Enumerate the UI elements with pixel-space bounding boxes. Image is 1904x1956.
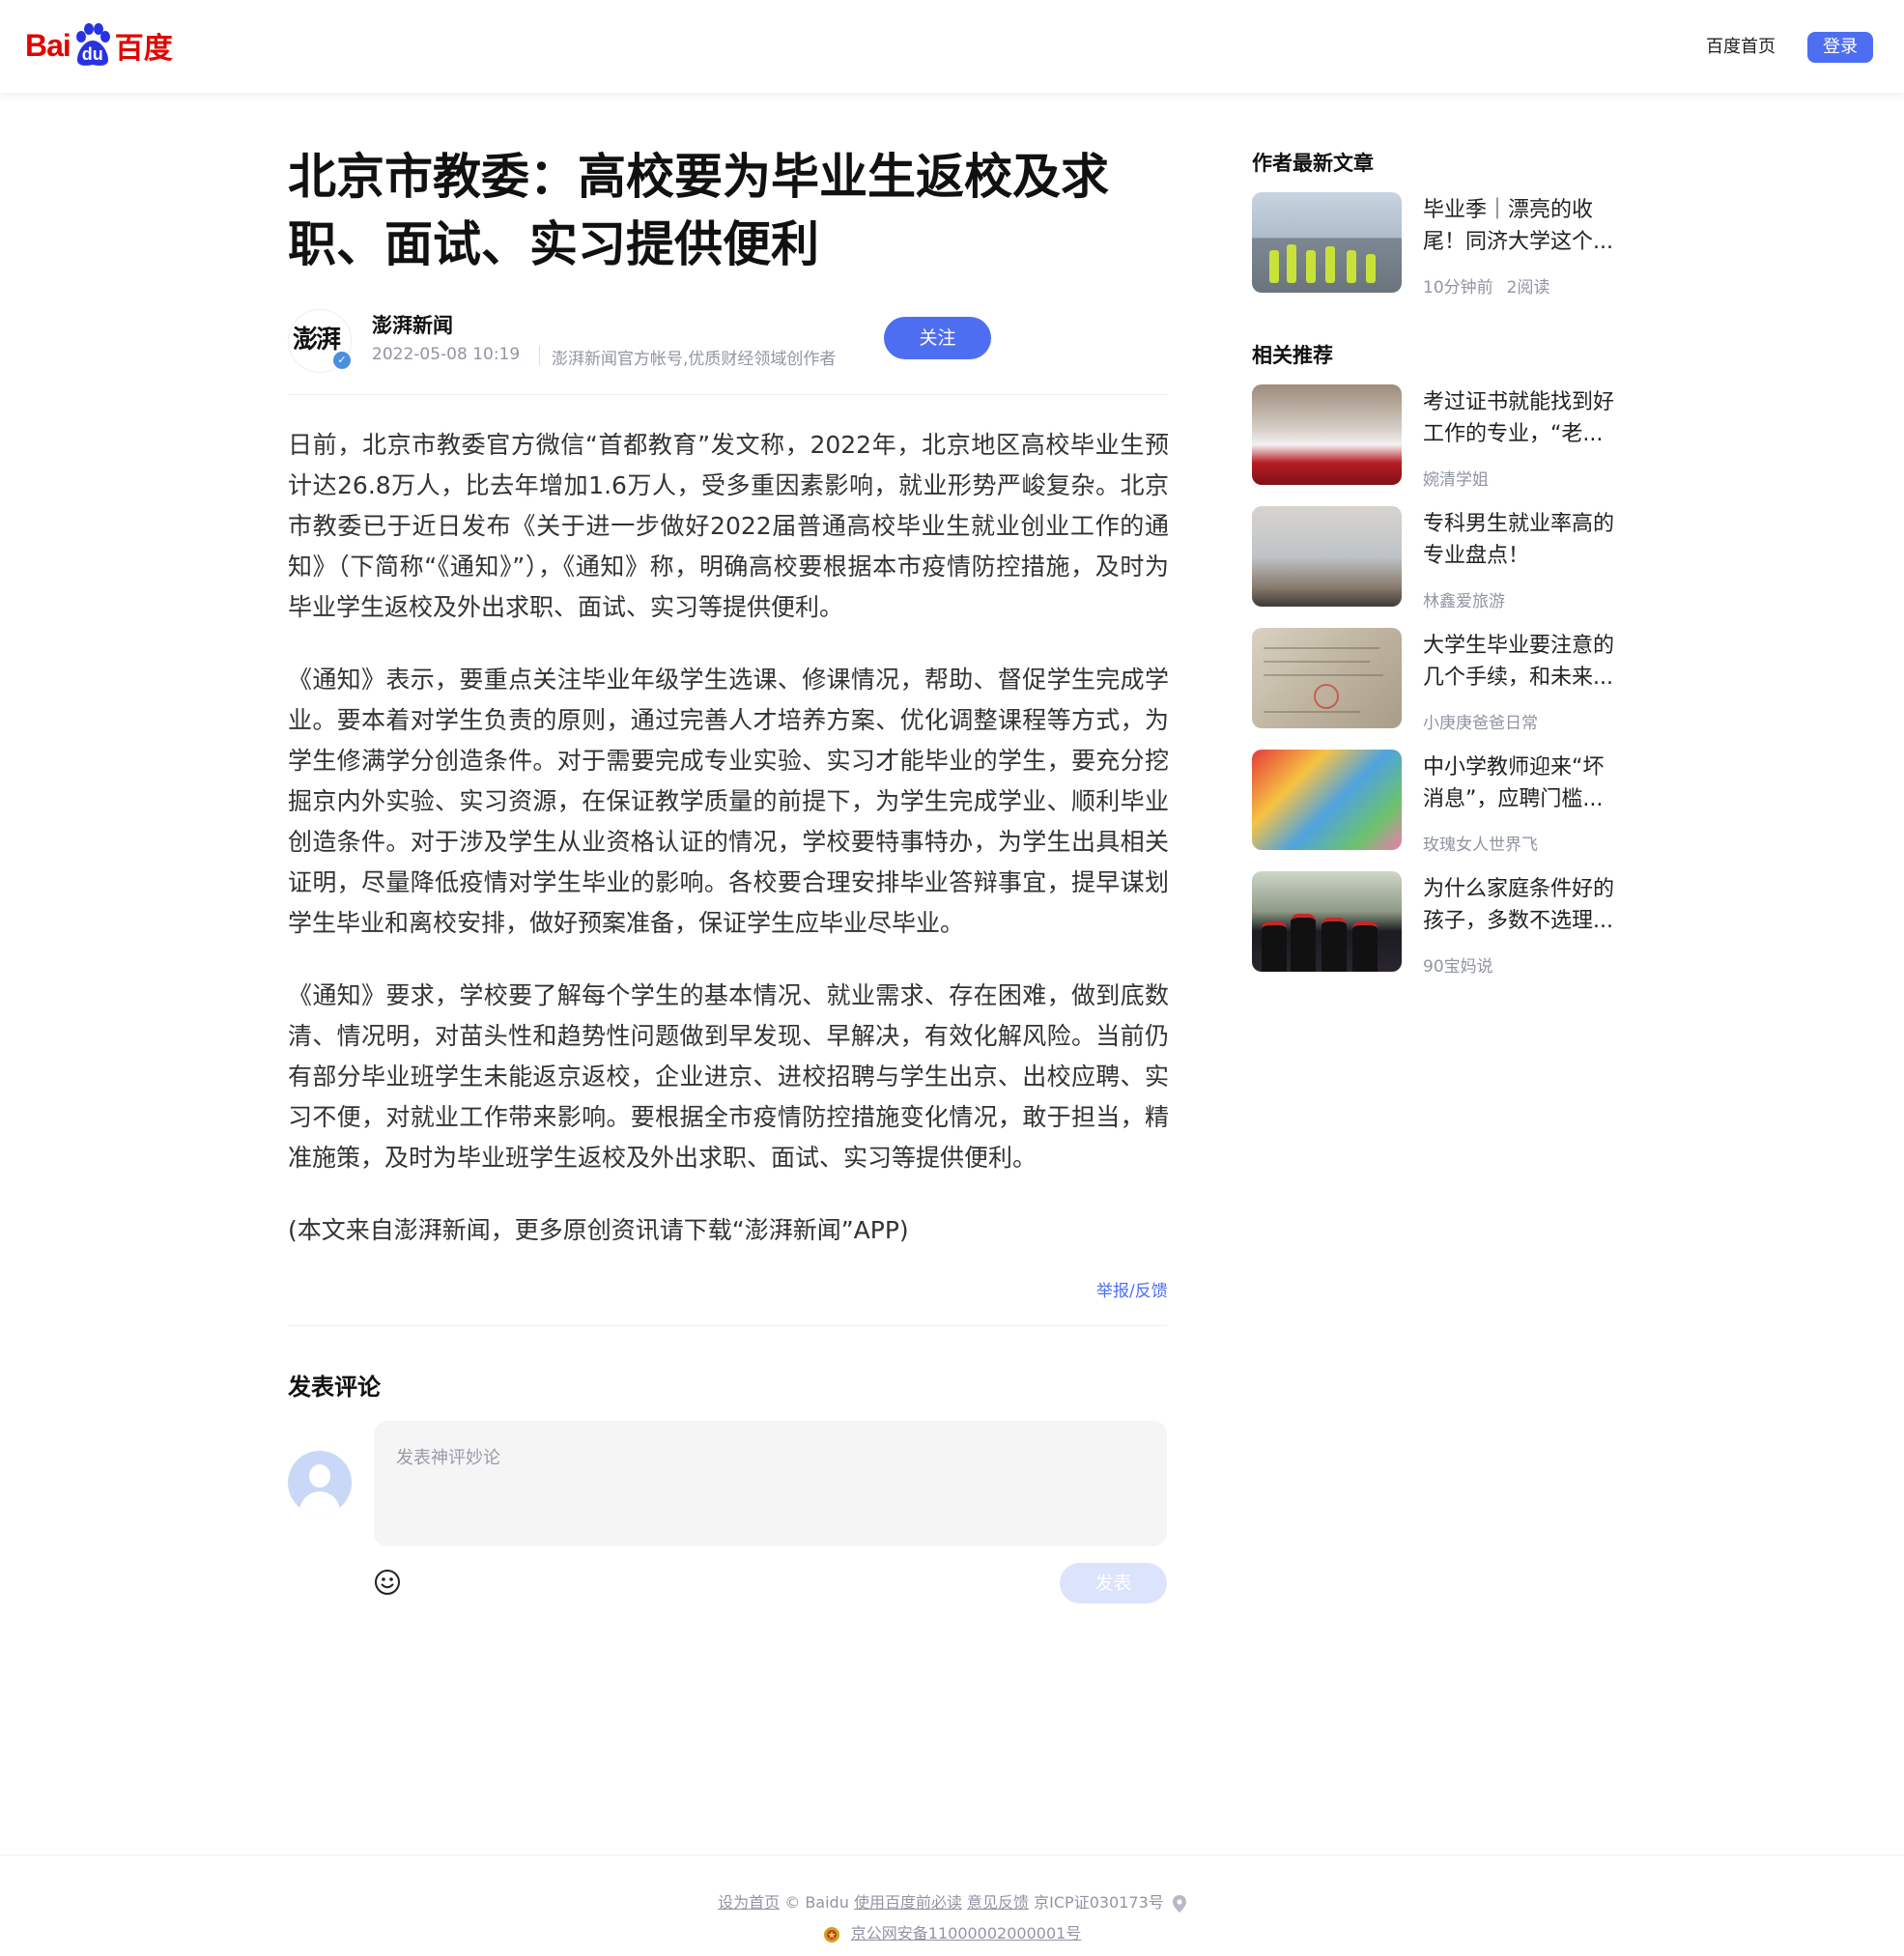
author-latest-heading: 作者最新文章 <box>1252 152 1374 175</box>
related-heading: 相关推荐 <box>1252 344 1333 367</box>
user-avatar <box>288 1451 352 1515</box>
set-homepage-link[interactable]: 设为首页 <box>718 1893 780 1912</box>
footer-police: 京公网安备11000002000001号 <box>0 1920 1904 1943</box>
meta-divider <box>539 346 540 365</box>
article-thumbnail <box>1252 506 1402 607</box>
side-article-time: 10分钟前 <box>1423 278 1493 298</box>
side-article-source: 婉清学姐 <box>1423 470 1489 490</box>
location-pin-icon <box>1172 1894 1186 1913</box>
article-thumbnail <box>1252 871 1402 972</box>
article-thumbnail <box>1252 628 1402 728</box>
comment-divider <box>288 1325 1167 1326</box>
author-avatar-text: 澎湃 <box>293 326 341 354</box>
related-item[interactable]: 为什么家庭条件好的孩子，多数不选理... 90宝妈说 <box>1252 871 1619 977</box>
comment-placeholder: 发表神评妙论 <box>396 1448 500 1468</box>
follow-button[interactable]: 关注 <box>884 317 991 359</box>
article-paragraph: 日前，北京市教委官方微信“首都教育”发文称，2022年，北京地区高校毕业生预计达… <box>288 431 1169 621</box>
side-article-title[interactable]: 大学生毕业要注意的几个手续，和未来... <box>1423 630 1616 694</box>
side-article-title[interactable]: 为什么家庭条件好的孩子，多数不选理... <box>1423 873 1616 937</box>
avatar-shoulder <box>299 1491 340 1515</box>
icp-text: 京ICP证030173号 <box>1034 1893 1164 1912</box>
copyright-text: © Baidu <box>784 1893 849 1912</box>
logo-latin-du: du <box>81 44 103 64</box>
side-article-title[interactable]: 专科男生就业率高的专业盘点！ <box>1423 508 1616 572</box>
side-article-source: 小庚庚爸爸日常 <box>1423 714 1538 733</box>
top-header: Bai du 百度 百度首页 登录 <box>0 0 1904 93</box>
police-record-link[interactable]: 京公网安备11000002000001号 <box>851 1924 1082 1942</box>
paw-icon: du <box>72 23 113 68</box>
author-description: 澎湃新闻官方帐号,优质财经领域创作者 <box>552 350 837 369</box>
baidu-logo[interactable]: Bai du 百度 <box>25 21 173 70</box>
article-thumbnail <box>1252 750 1402 850</box>
publish-date: 2022-05-08 10:19 <box>372 345 521 364</box>
article-paragraph: 《通知》要求，学校要了解每个学生的基本情况、就业需求、存在困难，做到底数清、情况… <box>288 981 1169 1172</box>
header-divider <box>288 394 1167 395</box>
author-name[interactable]: 澎湃新闻 <box>372 310 453 339</box>
verified-badge-icon: ✓ <box>331 350 353 371</box>
comment-section-title: 发表评论 <box>288 1374 381 1401</box>
side-article-source: 玫瑰女人世界飞 <box>1423 836 1538 855</box>
comment-input[interactable] <box>374 1421 1167 1546</box>
baidu-home-link[interactable]: 百度首页 <box>1706 33 1776 58</box>
side-article-source: 林鑫爱旅游 <box>1423 592 1505 611</box>
side-article-title[interactable]: 毕业季｜漂亮的收尾！同济大学这个... <box>1423 194 1616 258</box>
article-source-note: (本文来自澎湃新闻，更多原创资讯请下载“澎湃新闻”APP) <box>288 1216 909 1244</box>
avatar-head <box>309 1464 330 1488</box>
side-article-meta: 10分钟前 2阅读 <box>1423 273 1549 298</box>
related-item[interactable]: 专科男生就业率高的专业盘点！ 林鑫爱旅游 <box>1252 506 1619 611</box>
logo-chinese: 百度 <box>114 32 173 66</box>
footer-links: 设为首页 © Baidu 使用百度前必读 意见反馈 京ICP证030173号 <box>0 1889 1904 1913</box>
login-button[interactable]: 登录 <box>1807 32 1873 63</box>
article-body: 日前，北京市教委官方微信“首都教育”发文称，2022年，北京地区高校毕业生预计达… <box>288 425 1169 1283</box>
related-item[interactable]: 大学生毕业要注意的几个手续，和未来... 小庚庚爸爸日常 <box>1252 628 1619 733</box>
related-item[interactable]: 考过证书就能找到好工作的专业，“老... 婉清学姐 <box>1252 384 1619 490</box>
side-article-source: 90宝妈说 <box>1423 957 1493 977</box>
footer-divider <box>0 1855 1904 1856</box>
side-article-reads: 2阅读 <box>1506 278 1550 298</box>
logo-latin-bai: Bai <box>25 27 71 63</box>
article-title: 北京市教委：高校要为毕业生返校及求职、面试、实习提供便利 <box>288 149 1109 272</box>
author-article-item[interactable]: 毕业季｜漂亮的收尾！同济大学这个... 10分钟前 2阅读 <box>1252 192 1619 298</box>
police-badge-icon <box>823 1926 840 1943</box>
smiley-icon[interactable] <box>374 1569 401 1596</box>
report-feedback-link[interactable]: 举报/反馈 <box>1096 1277 1168 1301</box>
side-article-title[interactable]: 考过证书就能找到好工作的专业，“老... <box>1423 386 1616 450</box>
article-thumbnail <box>1252 384 1402 485</box>
side-article-title[interactable]: 中小学教师迎来“坏消息”，应聘门槛... <box>1423 751 1616 815</box>
article-thumbnail <box>1252 192 1402 293</box>
submit-comment-button[interactable]: 发表 <box>1060 1563 1167 1603</box>
feedback-link[interactable]: 意见反馈 <box>967 1893 1029 1912</box>
article-paragraph: 《通知》表示，要重点关注毕业年级学生选课、修课情况，帮助、督促学生完成学业。要本… <box>288 666 1169 937</box>
related-item[interactable]: 中小学教师迎来“坏消息”，应聘门槛... 玫瑰女人世界飞 <box>1252 750 1619 855</box>
must-read-link[interactable]: 使用百度前必读 <box>854 1893 962 1912</box>
